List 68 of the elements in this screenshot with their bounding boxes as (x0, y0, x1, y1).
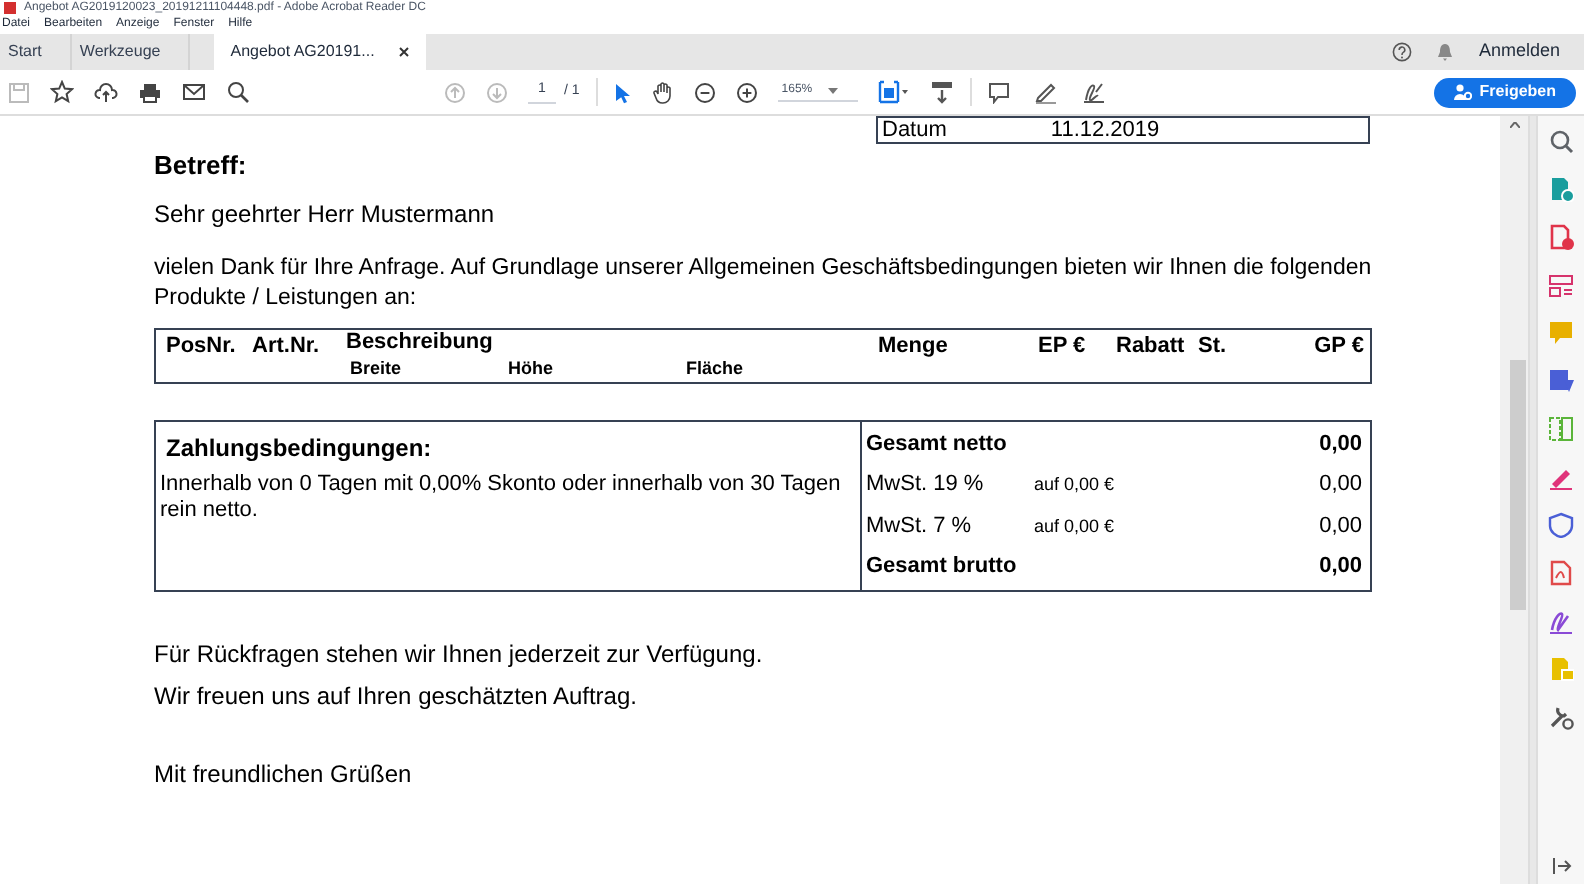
total-label: Gesamt netto (866, 429, 1009, 459)
help-icon[interactable] (1392, 42, 1413, 62)
closing-greeting: Mit freundlichen Grüßen (154, 760, 414, 790)
scrollbar-thumb[interactable] (1510, 360, 1526, 610)
intro-paragraph: vielen Dank für Ihre Anfrage. Auf Grundlage unserer Allgemeinen Geschäftsbedingungen bieten wir Ihnen die folgenden Produkte / Leistungen an: (154, 254, 1374, 314)
zoom-out-icon[interactable] (693, 81, 716, 103)
layout-icon[interactable] (1548, 272, 1574, 298)
bell-icon[interactable] (1436, 42, 1455, 62)
tax-basis: auf 0,00 € (1034, 513, 1115, 540)
subject-heading: Betreff: (154, 150, 249, 180)
mail-icon[interactable] (182, 82, 206, 102)
document-add-icon[interactable] (1548, 224, 1574, 250)
collapse-panel-icon[interactable] (1551, 858, 1571, 874)
scrollbar[interactable] (1500, 116, 1528, 884)
signature-icon[interactable] (1548, 608, 1574, 634)
total-value: 0,00 (1319, 552, 1362, 583)
column-header: EP € (1038, 332, 1086, 362)
shield-icon[interactable] (1548, 512, 1574, 538)
zoom-icon[interactable] (1548, 128, 1574, 154)
column-subheader: Fläche (686, 356, 744, 382)
tax-basis: auf 0,00 € (1034, 472, 1115, 499)
person-icon (1453, 84, 1472, 100)
share-button[interactable]: Freigeben (1433, 77, 1576, 107)
total-value: 0,00 (1319, 511, 1362, 542)
scroll-mode-icon[interactable] (929, 80, 954, 104)
payment-terms-text: Innerhalb von 0 Tagen mit 0,00% Skonto oder innerhalb von 30 Tagen rein netto. (160, 472, 843, 524)
total-value: 0,00 (1319, 429, 1362, 459)
closing-sentence: Für Rückfragen stehen wir Ihnen jederzeit zur Verfügung. (154, 640, 765, 670)
column-header: Art.Nr. (252, 332, 320, 362)
pointer-icon[interactable] (613, 81, 632, 103)
salutation: Sehr geehrter Herr Mustermann (154, 200, 497, 230)
document-plus-icon[interactable] (1548, 176, 1574, 202)
sign-in-link[interactable]: Anmelden (1478, 38, 1560, 66)
zoom-in-icon[interactable] (735, 81, 758, 103)
cloud-upload-icon[interactable] (94, 81, 118, 103)
comment-icon[interactable] (987, 81, 1010, 103)
total-label: MwSt. 7 % (866, 511, 974, 542)
pdf-icon[interactable] (1548, 560, 1574, 586)
export-icon[interactable] (1548, 368, 1574, 394)
column-header: GP € (1314, 332, 1364, 362)
print-icon[interactable] (138, 81, 162, 103)
column-header: Menge (878, 332, 948, 362)
fit-page-icon[interactable] (877, 80, 910, 104)
signature-icon[interactable] (1081, 80, 1106, 104)
column-header: St. (1198, 332, 1227, 362)
hand-icon[interactable] (651, 80, 674, 104)
column-header: Rabatt (1116, 332, 1185, 362)
total-label: Gesamt brutto (866, 552, 1019, 583)
tab[interactable]: Angebot AG20191... (214, 34, 427, 70)
total-label: MwSt. 19 % (866, 470, 986, 501)
payment-terms-heading: Zahlungsbedingungen: (164, 434, 434, 464)
pen-icon[interactable] (1033, 80, 1058, 104)
tools-icon[interactable] (1548, 704, 1574, 730)
column-header: Beschreibung (346, 328, 493, 358)
column-subheader: Höhe (508, 356, 553, 382)
scroll-up-icon[interactable] (1510, 122, 1520, 128)
total-value: 0,00 (1319, 470, 1362, 501)
caret-icon (828, 88, 839, 94)
search-icon[interactable] (226, 80, 250, 104)
pdf-icon (4, 2, 16, 14)
date-label: Datum (882, 118, 947, 142)
star-icon[interactable] (50, 80, 74, 104)
column-header: PosNr. (166, 332, 236, 362)
column-subheader: Breite (350, 356, 402, 382)
closing-sentence: Wir freuen uns auf Ihren geschätzten Auftrag. (154, 682, 639, 712)
pen-icon[interactable] (1548, 464, 1574, 490)
date-value: 11.12.2019 (1050, 118, 1160, 142)
close-icon[interactable] (398, 46, 411, 58)
